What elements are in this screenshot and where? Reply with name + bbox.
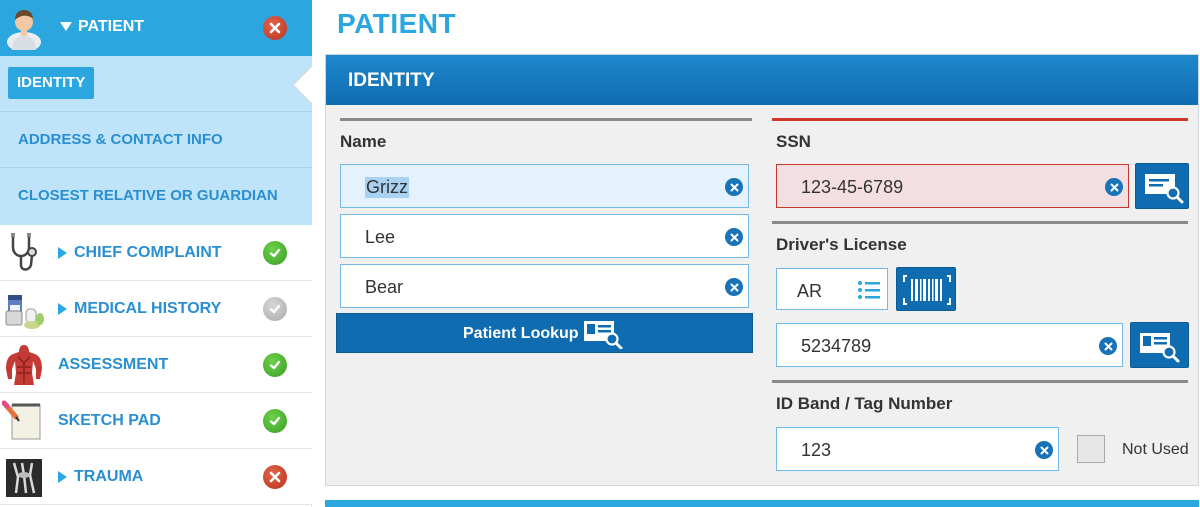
next-card-header bbox=[325, 500, 1199, 507]
sidebar-item-trauma[interactable]: TRAUMA bbox=[0, 449, 312, 505]
subnav-item-identity[interactable]: IDENTITY bbox=[0, 56, 312, 112]
barcode-icon bbox=[903, 275, 951, 305]
medications-icon bbox=[5, 295, 44, 329]
sidebar-subnav: IDENTITY ADDRESS & CONTACT INFO CLOSEST … bbox=[0, 56, 312, 225]
patient-lookup-label: Patient Lookup bbox=[463, 325, 579, 342]
sidebar-item-label: CHIEF COMPLAINT bbox=[74, 244, 222, 261]
ssn-label: SSN bbox=[776, 132, 811, 151]
not-used-checkbox[interactable] bbox=[1077, 435, 1105, 463]
sidebar: PATIENT IDENTITY ADDRESS & CONTACT INFO … bbox=[0, 0, 313, 507]
patient-avatar-icon bbox=[7, 10, 41, 50]
patient-lookup-button[interactable]: Patient Lookup bbox=[336, 313, 753, 353]
clear-icon[interactable] bbox=[1099, 337, 1117, 355]
license-number-value: 5234789 bbox=[801, 336, 872, 356]
clear-icon[interactable] bbox=[725, 278, 743, 296]
last-name-value: Bear bbox=[365, 277, 404, 297]
sidebar-item-chief-complaint[interactable]: CHIEF COMPLAINT bbox=[0, 225, 312, 281]
check-status-icon bbox=[263, 409, 287, 433]
id-card-search-icon bbox=[1145, 174, 1184, 204]
middle-name-value: Lee bbox=[365, 227, 396, 247]
last-name-field[interactable]: Bear bbox=[340, 264, 749, 308]
id-card-search-icon bbox=[1140, 333, 1180, 363]
xray-icon bbox=[6, 459, 42, 497]
id-card-search-icon bbox=[584, 321, 623, 349]
license-lookup-button[interactable] bbox=[1130, 322, 1189, 368]
clear-icon[interactable] bbox=[1105, 178, 1123, 196]
ssn-field[interactable]: 123-45-6789 bbox=[776, 164, 1129, 208]
name-label: Name bbox=[340, 132, 387, 151]
active-pointer-fill bbox=[294, 66, 313, 104]
stethoscope-icon bbox=[11, 233, 37, 271]
barcode-scan-button[interactable] bbox=[896, 267, 956, 311]
sidebar-section-label: PATIENT bbox=[78, 18, 145, 35]
sidebar-item-label: SKETCH PAD bbox=[58, 412, 161, 429]
not-used-label: Not Used bbox=[1122, 441, 1189, 458]
ssn-section-divider bbox=[772, 118, 1188, 121]
check-status-icon bbox=[263, 241, 287, 265]
clear-icon[interactable] bbox=[725, 228, 743, 246]
card-header: IDENTITY bbox=[326, 55, 1198, 105]
sidebar-item-sketch-pad[interactable]: SKETCH PAD bbox=[0, 393, 312, 449]
expand-caret-icon bbox=[58, 303, 67, 315]
page-title: PATIENT bbox=[337, 8, 457, 39]
license-number-field[interactable]: 5234789 bbox=[776, 323, 1123, 367]
ssn-value: 123-45-6789 bbox=[801, 177, 904, 197]
anatomy-icon bbox=[6, 345, 42, 385]
license-section-divider bbox=[772, 221, 1188, 224]
expand-caret-icon bbox=[58, 471, 67, 483]
collapse-caret-icon bbox=[60, 22, 72, 31]
sidebar-item-label: TRAUMA bbox=[74, 468, 144, 485]
sidebar-item-medical-history[interactable]: MEDICAL HISTORY bbox=[0, 281, 312, 337]
id-band-label: ID Band / Tag Number bbox=[776, 394, 953, 413]
clear-icon[interactable] bbox=[725, 178, 743, 196]
subnav-item-label: ADDRESS & CONTACT INFO bbox=[18, 131, 223, 148]
subnav-item-address-contact[interactable]: ADDRESS & CONTACT INFO bbox=[0, 112, 312, 168]
sketch-pad-icon bbox=[2, 400, 41, 440]
license-state-select[interactable]: AR bbox=[776, 268, 888, 310]
expand-caret-icon bbox=[58, 247, 67, 259]
middle-name-field[interactable]: Lee bbox=[340, 214, 749, 258]
id-band-section-divider bbox=[772, 380, 1188, 383]
clear-icon[interactable] bbox=[1035, 441, 1053, 459]
subnav-item-closest-relative[interactable]: CLOSEST RELATIVE OR GUARDIAN bbox=[0, 168, 312, 224]
sidebar-item-label: MEDICAL HISTORY bbox=[74, 300, 222, 317]
id-band-field[interactable]: 123 bbox=[776, 427, 1059, 471]
ssn-lookup-button[interactable] bbox=[1135, 163, 1189, 209]
sidebar-section-patient[interactable]: PATIENT bbox=[0, 0, 312, 56]
subnav-item-label: CLOSEST RELATIVE OR GUARDIAN bbox=[18, 187, 278, 204]
card-title: IDENTITY bbox=[348, 70, 435, 91]
license-state-value: AR bbox=[797, 281, 823, 301]
drivers-license-label: Driver's License bbox=[776, 235, 907, 254]
first-name-value: Grizz bbox=[365, 177, 409, 198]
id-band-value: 123 bbox=[801, 440, 832, 460]
check-status-icon bbox=[263, 297, 287, 321]
check-status-icon bbox=[263, 353, 287, 377]
error-status-icon bbox=[263, 465, 287, 489]
first-name-field[interactable]: Grizz bbox=[340, 164, 749, 208]
sidebar-item-label: ASSESSMENT bbox=[58, 356, 169, 373]
name-section-divider bbox=[340, 118, 752, 121]
sidebar-item-assessment[interactable]: ASSESSMENT bbox=[0, 337, 312, 393]
list-icon bbox=[858, 281, 880, 299]
error-status-icon bbox=[263, 16, 287, 40]
subnav-item-label: IDENTITY bbox=[8, 67, 95, 99]
